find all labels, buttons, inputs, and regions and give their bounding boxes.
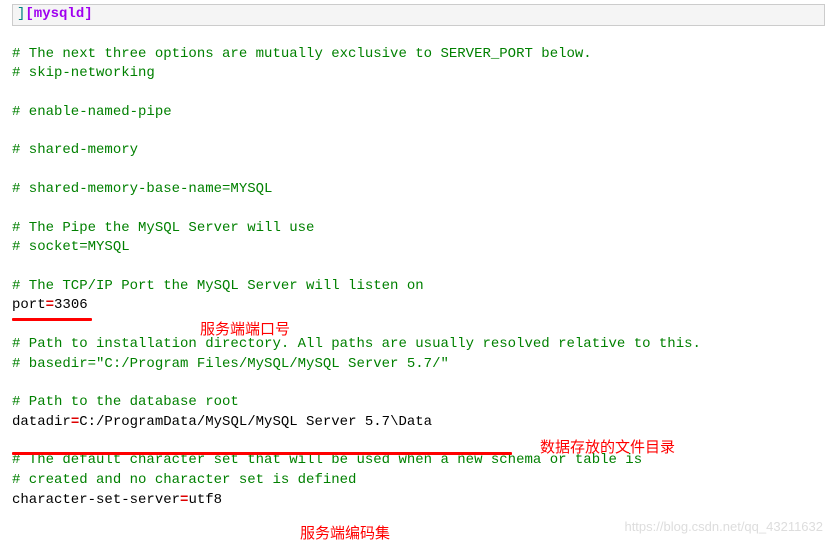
comment-line: # socket=MYSQL <box>12 238 825 258</box>
datadir-value: C:/ProgramData/MySQL/MySQL Server 5.7\Da… <box>79 414 432 430</box>
comment-line: # enable-named-pipe <box>12 103 825 123</box>
datadir-line: datadir=C:/ProgramData/MySQL/MySQL Serve… <box>12 413 825 433</box>
section-header: ][mysqld] <box>12 4 825 26</box>
equals-sign: = <box>71 414 79 430</box>
comment-line: # The TCP/IP Port the MySQL Server will … <box>12 277 825 297</box>
charset-value: utf8 <box>188 492 222 508</box>
datadir-key: datadir <box>12 414 71 430</box>
equals-sign: = <box>46 297 54 313</box>
port-line: port=3306 <box>12 296 825 316</box>
comment-line: # shared-memory-base-name=MYSQL <box>12 180 825 200</box>
charset-key: character-set-server <box>12 492 180 508</box>
watermark: https://blog.csdn.net/qq_43211632 <box>624 518 823 536</box>
comment-line: # Path to installation directory. All pa… <box>12 335 825 355</box>
comment-line: # The Pipe the MySQL Server will use <box>12 219 825 239</box>
comment-line: # created and no character set is define… <box>12 471 825 491</box>
comment-line: # The next three options are mutually ex… <box>12 45 825 65</box>
port-key: port <box>12 297 46 313</box>
comment-line: # Path to the database root <box>12 393 825 413</box>
comment-line: # The default character set that will be… <box>12 451 825 471</box>
charset-line: character-set-server=utf8 <box>12 491 825 511</box>
section-mysqld: [mysqld] <box>25 6 92 22</box>
comment-line: # skip-networking <box>12 64 825 84</box>
comment-line: # shared-memory <box>12 141 825 161</box>
port-value: 3306 <box>54 297 88 313</box>
annotation-charset: 服务端编码集 <box>300 524 390 545</box>
comment-line: # basedir="C:/Program Files/MySQL/MySQL … <box>12 355 825 375</box>
